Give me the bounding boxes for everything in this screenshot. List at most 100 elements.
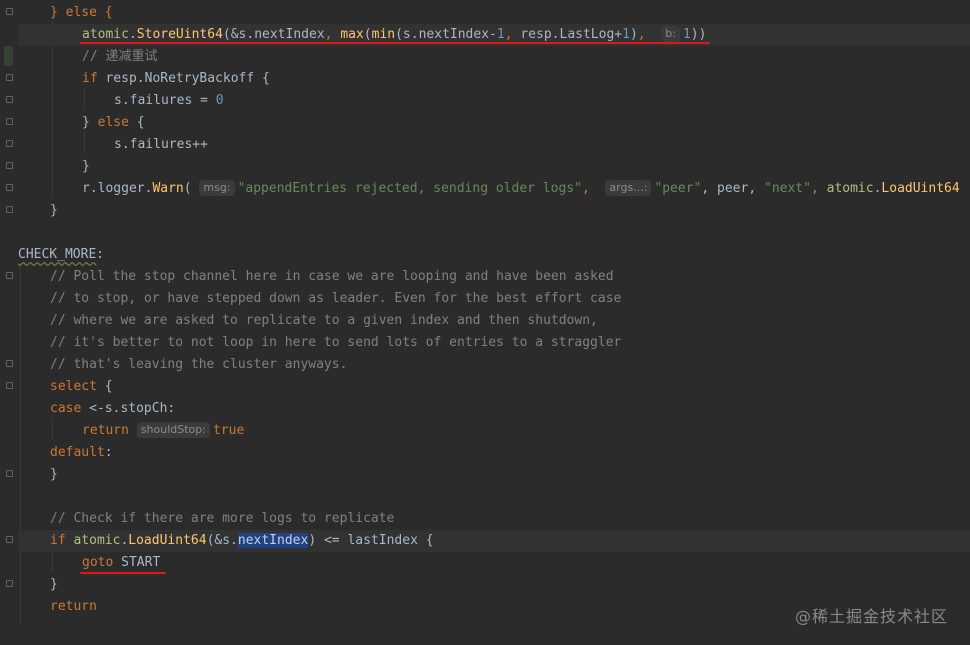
code-line[interactable]: } else {	[18, 112, 970, 134]
code-text: ,	[637, 27, 654, 42]
select-keyword: select	[50, 379, 97, 394]
fold-marker-icon[interactable]	[6, 580, 13, 587]
parameter-hint: args...:	[605, 180, 652, 196]
goto-keyword: goto	[82, 555, 114, 570]
fold-marker-icon[interactable]	[6, 140, 13, 147]
number-literal: 1	[682, 27, 691, 42]
annotation-underline	[80, 42, 710, 44]
code-text: }	[50, 467, 58, 482]
code-editor[interactable]: } else { atomic.StoreUint64(&s.nextIndex…	[0, 0, 970, 645]
code-line[interactable]: } else {	[18, 2, 970, 24]
code-text: ,	[504, 27, 521, 42]
code-line[interactable]: // that's leaving the cluster anyways.	[18, 354, 970, 376]
code-text: r.logger.	[82, 181, 153, 196]
function-name: Warn	[152, 181, 184, 196]
code-text: {	[96, 379, 113, 394]
default-keyword: default	[50, 445, 105, 460]
code-text: , peer,	[701, 181, 764, 196]
comment: // to stop, or have stepped down as lead…	[50, 291, 622, 306]
bool-literal: true	[212, 423, 245, 438]
goto-label: CHECK_MORE	[18, 247, 97, 262]
code-line[interactable]: // it's better to not loop in here to se…	[18, 332, 970, 354]
comment: // it's better to not loop in here to se…	[50, 335, 622, 350]
package-name: atomic	[82, 27, 129, 42]
else-keyword: else	[97, 115, 129, 130]
field-name: nextIndex	[418, 27, 490, 42]
code-line[interactable]: r.logger.Warn( msg: "appendEntries reject…	[18, 178, 970, 200]
watermark: @稀土掘金技术社区	[794, 607, 948, 626]
fold-marker-icon[interactable]	[6, 8, 13, 15]
code-line[interactable]: // to stop, or have stepped down as lead…	[18, 288, 970, 310]
package-name: atomic	[826, 181, 874, 196]
code-line[interactable]: select {	[18, 376, 970, 398]
fold-marker-icon[interactable]	[6, 162, 13, 169]
fold-marker-icon[interactable]	[6, 272, 13, 279]
code-text: START	[113, 555, 161, 570]
code-line[interactable]: // 递减重试	[18, 46, 970, 68]
parameter-hint: msg:	[199, 180, 235, 196]
number-literal: 1	[496, 27, 505, 42]
if-keyword: if	[50, 533, 66, 548]
number-literal: 1	[622, 27, 630, 42]
code-text: ,	[581, 181, 598, 196]
code-text: s.failures++	[114, 137, 208, 152]
function-name: max	[340, 27, 364, 42]
function-name: min	[371, 27, 396, 42]
code-line[interactable]: s.failures++	[18, 134, 970, 156]
comment: // Check if there are more logs to repli…	[50, 511, 395, 526]
string-literal: "appendEntries rejected, sending older l…	[237, 181, 582, 196]
code-text: }	[82, 159, 90, 174]
fold-marker-icon[interactable]	[6, 184, 13, 191]
return-keyword: return	[82, 423, 129, 438]
code-line[interactable]: s.failures = 0	[18, 90, 970, 112]
code-line[interactable]: // where we are asked to replicate to a …	[18, 310, 970, 332]
code-line[interactable]: if atomic.LoadUint64(&s.nextIndex) <= la…	[18, 530, 970, 552]
code-text: (s.	[395, 27, 419, 42]
code-line[interactable]: default:	[18, 442, 970, 464]
code-text: }	[82, 115, 98, 130]
package-name: atomic	[73, 533, 121, 548]
code-text: (	[183, 181, 192, 196]
code-line[interactable]: }	[18, 574, 970, 596]
code-text: (&s.	[206, 533, 238, 548]
code-text: :	[104, 445, 113, 460]
if-keyword: if	[82, 71, 98, 86]
number-literal: 0	[215, 93, 224, 108]
code-text: {	[128, 115, 145, 130]
fold-marker-icon[interactable]	[6, 206, 13, 213]
code-line[interactable]: // Poll the stop channel here in case we…	[18, 266, 970, 288]
comment: // 递减重试	[82, 49, 158, 64]
code-text: )	[629, 27, 638, 42]
fold-marker-icon[interactable]	[6, 470, 13, 477]
code-line[interactable]: }	[18, 464, 970, 486]
selected-text[interactable]: nextIndex	[237, 533, 309, 548]
fold-marker-icon[interactable]	[6, 382, 13, 389]
code-line[interactable]: case <-s.stopCh:	[18, 398, 970, 420]
function-name: LoadUint64	[881, 181, 960, 196]
comment: // where we are asked to replicate to a …	[50, 313, 598, 328]
function-name: LoadUint64	[128, 533, 207, 548]
code-line[interactable]: }	[18, 156, 970, 178]
parameter-hint: b:	[661, 26, 680, 42]
code-line[interactable]: CHECK_MORE:	[18, 244, 970, 266]
code-text: }	[50, 577, 58, 592]
code-line[interactable]: if resp.NoRetryBackoff {	[18, 68, 970, 90]
code-line[interactable]: }	[18, 200, 970, 222]
code-text: -	[489, 27, 497, 42]
fold-marker-icon[interactable]	[6, 360, 13, 367]
comment: // Poll the stop channel here in case we…	[50, 269, 614, 284]
code-text: :	[96, 247, 105, 262]
fold-marker-icon[interactable]	[6, 536, 13, 543]
editor-gutter	[0, 0, 18, 645]
fold-marker-icon[interactable]	[6, 74, 13, 81]
fold-marker-icon[interactable]	[6, 118, 13, 125]
code-line[interactable]: return shouldStop: true	[18, 420, 970, 442]
string-literal: "peer"	[654, 181, 702, 196]
fold-marker-icon[interactable]	[6, 96, 13, 103]
code-text: s.failures =	[114, 93, 216, 108]
code-line[interactable]: // Check if there are more logs to repli…	[18, 508, 970, 530]
code-text: ))	[690, 27, 707, 42]
code-line[interactable]: goto START	[18, 552, 970, 574]
code-text: (&s.	[222, 27, 255, 42]
else-keyword: } else {	[50, 5, 113, 20]
